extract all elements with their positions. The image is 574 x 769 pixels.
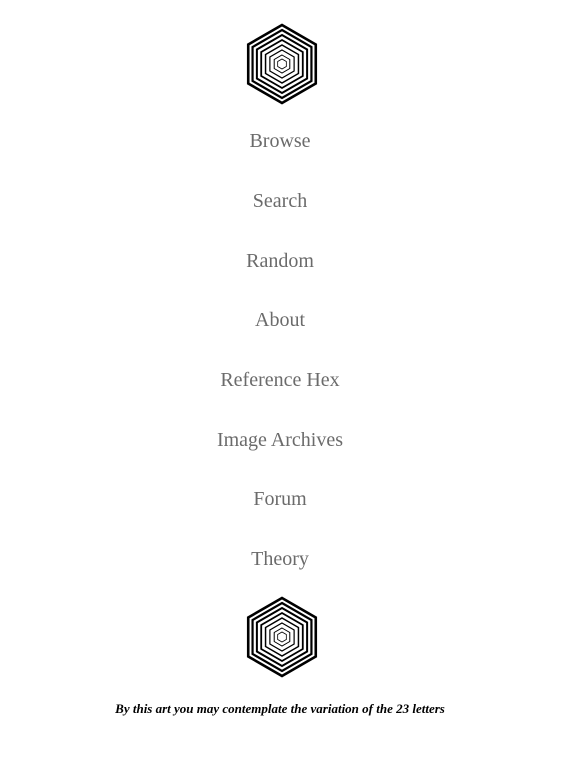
hexagon-ring: [269, 49, 295, 79]
hexagon-ring: [269, 622, 295, 652]
nav-theory-link[interactable]: Theory: [0, 547, 560, 571]
hexagon-logo-top[interactable]: [246, 23, 318, 105]
hexagon-ring: [277, 631, 287, 643]
hexagon-ring: [255, 606, 309, 668]
nav-search-link[interactable]: Search: [0, 189, 560, 213]
hexagon-nested-icon: [246, 23, 318, 105]
hexagon-ring: [260, 611, 304, 663]
hexagon-ring: [246, 23, 318, 105]
nav-browse-link[interactable]: Browse: [0, 129, 560, 153]
hexagon-logo-bottom[interactable]: [246, 596, 318, 678]
hexagon-ring: [273, 627, 291, 647]
footer-motto: By this art you may contemplate the vari…: [115, 701, 445, 716]
hexagon-ring: [264, 617, 300, 657]
hexagon-ring: [277, 58, 287, 70]
nav-about-link[interactable]: About: [0, 308, 560, 332]
nav-reference-hex-link[interactable]: Reference Hex: [0, 368, 560, 392]
hexagon-nested-icon: [246, 596, 318, 678]
nav-forum-link[interactable]: Forum: [0, 487, 560, 511]
nav-image-archives-link[interactable]: Image Archives: [0, 428, 560, 452]
hexagon-ring: [246, 596, 318, 678]
hexagon-ring: [260, 38, 304, 90]
hexagon-ring: [264, 44, 300, 84]
nav-random-link[interactable]: Random: [0, 249, 560, 273]
hexagon-ring: [273, 54, 291, 74]
hexagon-ring: [255, 33, 309, 95]
